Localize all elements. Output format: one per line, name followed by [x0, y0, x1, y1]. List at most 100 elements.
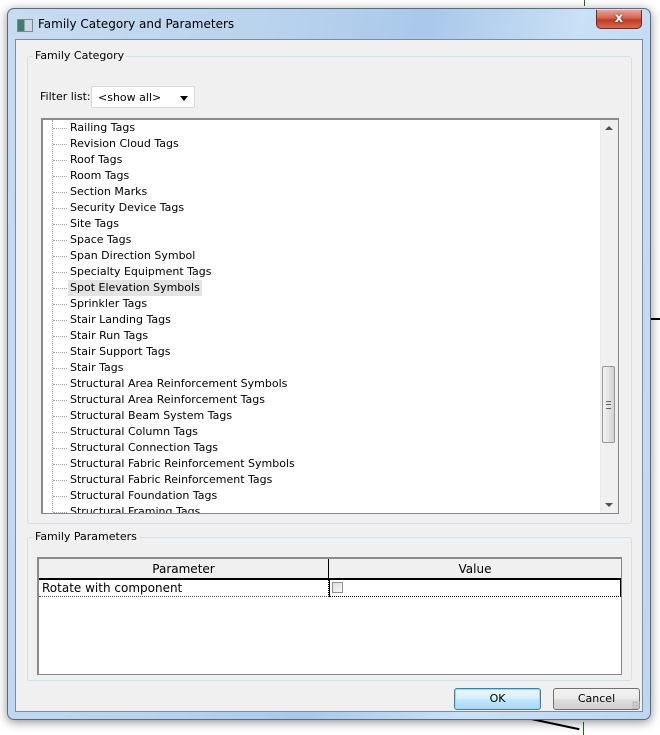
- tree-item-label: Structural Beam System Tags: [70, 409, 233, 422]
- tree-item[interactable]: Structural Area Reinforcement Tags: [43, 392, 601, 408]
- column-header-parameter[interactable]: Parameter: [39, 559, 329, 580]
- window-title: Family Category and Parameters: [38, 17, 235, 31]
- tree-item[interactable]: Structural Connection Tags: [43, 440, 601, 456]
- tree-item-label: Room Tags: [70, 169, 130, 182]
- tree-item-label: Structural Fabric Reinforcement Tags: [70, 473, 273, 486]
- tree-vertical-scrollbar[interactable]: [600, 120, 618, 513]
- tree-item[interactable]: Site Tags: [43, 216, 601, 232]
- column-header-value[interactable]: Value: [329, 559, 621, 580]
- parameter-value-cell[interactable]: [329, 580, 621, 597]
- filter-list-value: <show all>: [98, 91, 162, 104]
- tree-item[interactable]: Structural Column Tags: [43, 424, 601, 440]
- tree-item-label: Sprinkler Tags: [70, 297, 148, 310]
- family-parameters-group: Family Parameters Parameter Value Rotate…: [27, 530, 632, 681]
- tree-item-label: Structural Connection Tags: [70, 441, 219, 454]
- tree-item-label: Security Device Tags: [70, 201, 185, 214]
- tree-item-label: Railing Tags: [70, 121, 136, 134]
- tree-item-label: Site Tags: [70, 217, 119, 230]
- tree-item[interactable]: Structural Fabric Reinforcement Symbols: [43, 456, 601, 472]
- tree-connector-line: [53, 448, 67, 449]
- tree-connector-line: [53, 224, 67, 225]
- tree-item[interactable]: Sprinkler Tags: [43, 296, 601, 312]
- tree-connector-line: [53, 240, 67, 241]
- grip-icon: [606, 401, 611, 409]
- scroll-up-arrow-icon[interactable]: [605, 126, 613, 130]
- tree-connector-line: [53, 192, 67, 193]
- tree-connector-line: [53, 496, 67, 497]
- dialog-client: Family Category Filter list: <show all> …: [15, 39, 643, 712]
- ok-button[interactable]: OK: [454, 688, 541, 710]
- tree-item-label: Stair Landing Tags: [70, 313, 171, 326]
- tree-connector-line: [53, 400, 67, 401]
- chevron-down-icon: [180, 96, 188, 101]
- tree-item[interactable]: Space Tags: [43, 232, 601, 248]
- tree-item[interactable]: Room Tags: [43, 168, 601, 184]
- tree-item-label: Span Direction Symbol: [70, 249, 196, 262]
- tree-item-label: Stair Tags: [70, 361, 124, 374]
- scrollbar-thumb[interactable]: [602, 366, 615, 443]
- parameter-name-cell[interactable]: Rotate with component: [39, 580, 329, 597]
- tree-connector-line: [53, 144, 67, 145]
- tree-item[interactable]: Stair Run Tags: [43, 328, 601, 344]
- dialog-window: Family Category and Parameters x Family …: [7, 8, 651, 720]
- tree-item-label: Roof Tags: [70, 153, 123, 166]
- app-icon: [17, 19, 33, 32]
- tree-connector-line: [53, 288, 67, 289]
- tree-item-label: Space Tags: [70, 233, 132, 246]
- tree-item-label: Stair Run Tags: [70, 329, 149, 342]
- tree-item-label: Structural Foundation Tags: [70, 489, 218, 502]
- category-tree[interactable]: Railing Tags Revision Cloud Tags Roof Tags…: [41, 118, 619, 514]
- tree-item-label: Stair Support Tags: [70, 345, 171, 358]
- tree-item[interactable]: Structural Fabric Reinforcement Tags: [43, 472, 601, 488]
- tree-connector-line: [53, 320, 67, 321]
- tree-connector-line: [53, 128, 67, 129]
- tree-connector-line: [53, 208, 67, 209]
- tree-connector-line: [53, 160, 67, 161]
- title-bar[interactable]: Family Category and Parameters x: [8, 9, 650, 39]
- canvas-line: [584, 0, 585, 6]
- category-tree-items: Railing Tags Revision Cloud Tags Roof Tags…: [43, 120, 601, 514]
- tree-item[interactable]: Structural Framing Tags: [43, 504, 601, 514]
- family-category-legend: Family Category: [33, 49, 127, 62]
- tree-item[interactable]: Structural Area Reinforcement Symbols: [43, 376, 601, 392]
- tree-connector-line: [53, 384, 67, 385]
- tree-item[interactable]: Spot Elevation Symbols: [43, 280, 601, 296]
- tree-item[interactable]: Specialty Equipment Tags: [43, 264, 601, 280]
- tree-item[interactable]: Railing Tags: [43, 120, 601, 136]
- tree-item[interactable]: Span Direction Symbol: [43, 248, 601, 264]
- tree-item[interactable]: Section Marks: [43, 184, 601, 200]
- filter-list-label: Filter list:: [40, 90, 91, 103]
- tree-item[interactable]: Roof Tags: [43, 152, 601, 168]
- resize-grip-icon[interactable]: [632, 701, 640, 709]
- tree-connector-line: [53, 176, 67, 177]
- tree-item-label: Specialty Equipment Tags: [70, 265, 212, 278]
- tree-item[interactable]: Revision Cloud Tags: [43, 136, 601, 152]
- filter-list-dropdown[interactable]: <show all>: [91, 86, 195, 108]
- tree-connector-line: [53, 272, 67, 273]
- tree-item[interactable]: Structural Beam System Tags: [43, 408, 601, 424]
- tree-item[interactable]: Stair Tags: [43, 360, 601, 376]
- cancel-button[interactable]: Cancel: [553, 688, 640, 710]
- tree-connector-line: [53, 256, 67, 257]
- tree-item[interactable]: Stair Support Tags: [43, 344, 601, 360]
- tree-connector-line: [53, 416, 67, 417]
- family-parameters-legend: Family Parameters: [33, 530, 139, 543]
- tree-item[interactable]: Security Device Tags: [43, 200, 601, 216]
- scroll-down-arrow-icon[interactable]: [605, 503, 613, 507]
- tree-item-label: Structural Fabric Reinforcement Symbols: [70, 457, 295, 470]
- tree-connector-line: [53, 304, 67, 305]
- tree-item-label: Structural Area Reinforcement Symbols: [70, 377, 288, 390]
- tree-connector-line: [53, 352, 67, 353]
- tree-connector-line: [53, 464, 67, 465]
- family-category-group: Family Category Filter list: <show all> …: [27, 49, 632, 524]
- close-icon: x: [614, 11, 624, 26]
- close-button[interactable]: x: [596, 10, 642, 29]
- tree-item-label: Structural Framing Tags: [70, 505, 201, 514]
- rotate-with-component-checkbox[interactable]: [332, 582, 343, 593]
- tree-item[interactable]: Stair Landing Tags: [43, 312, 601, 328]
- tree-item[interactable]: Structural Foundation Tags: [43, 488, 601, 504]
- tree-item-label: Structural Column Tags: [70, 425, 198, 438]
- tree-connector-line: [53, 336, 67, 337]
- tree-item-label: Structural Area Reinforcement Tags: [70, 393, 266, 406]
- tree-connector-line: [53, 432, 67, 433]
